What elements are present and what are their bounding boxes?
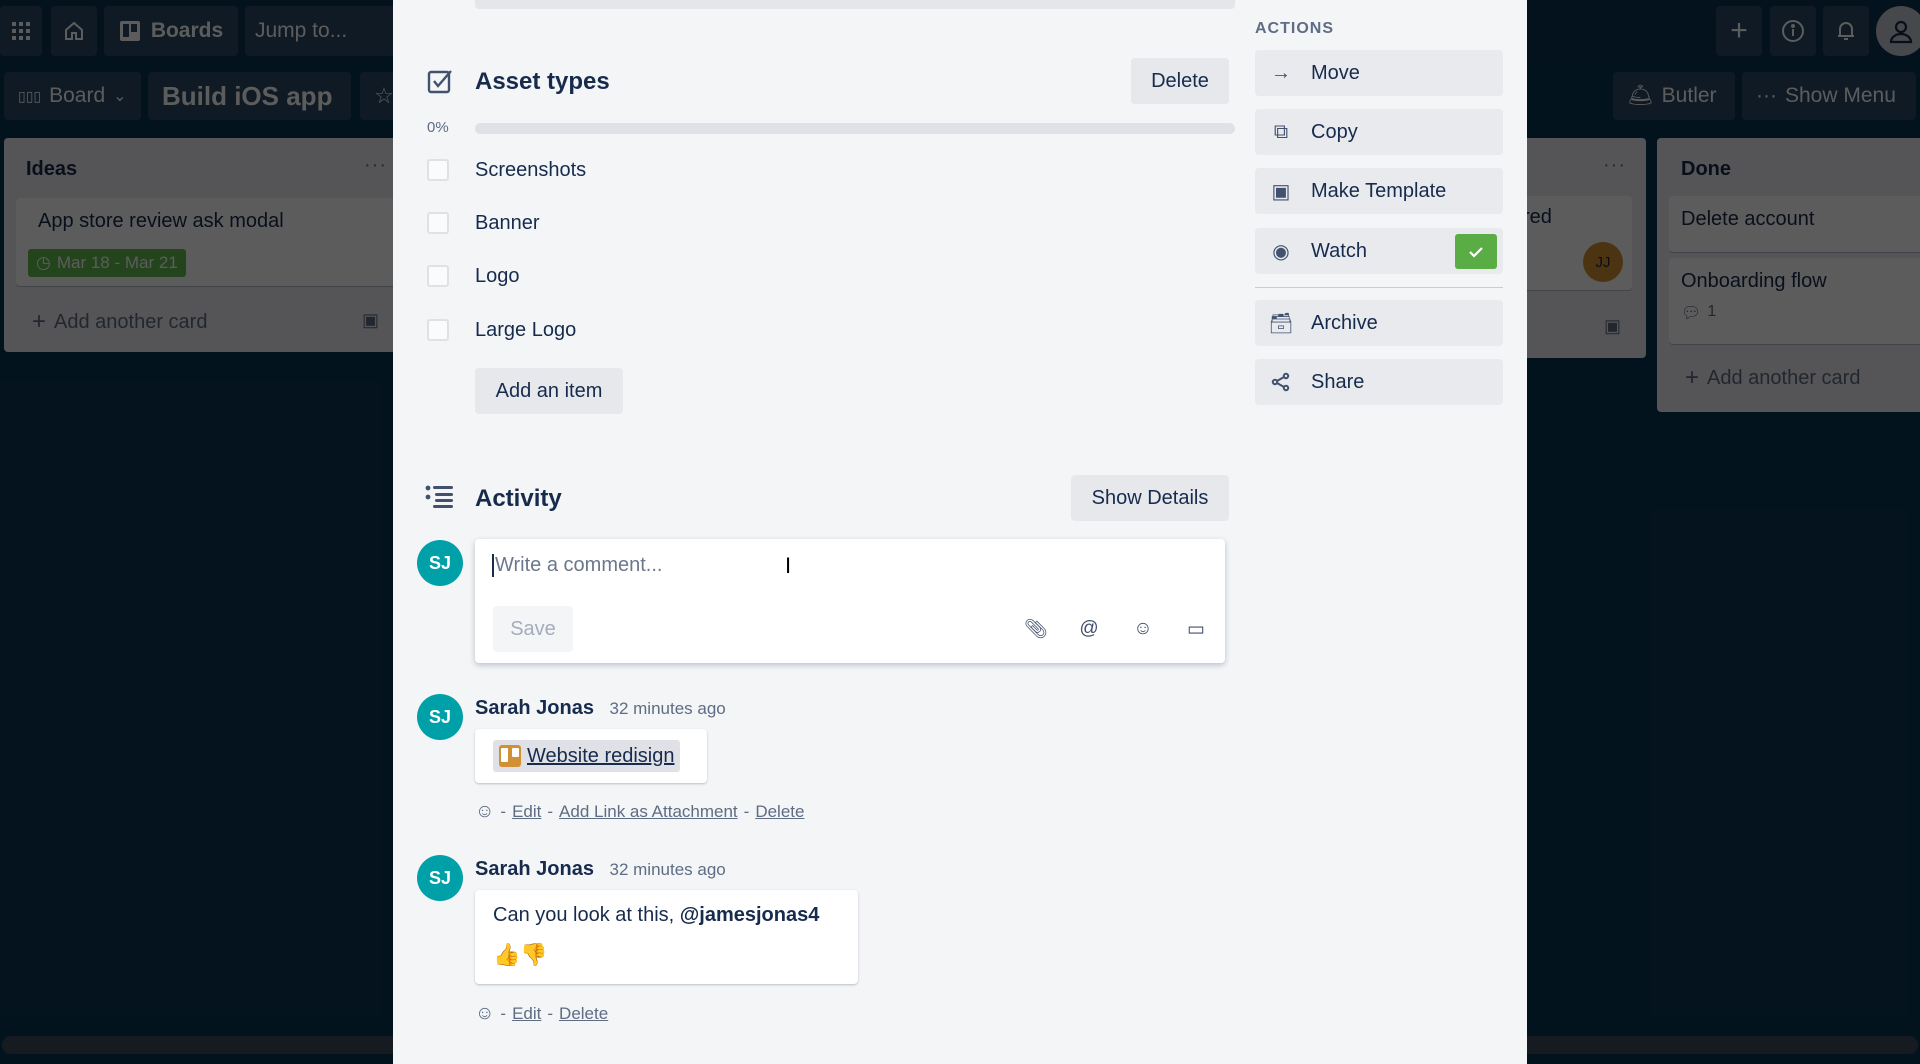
comment-input[interactable]: Write a comment... (492, 554, 662, 577)
save-label: Save (510, 617, 556, 640)
comment-author[interactable]: Sarah Jonas (475, 858, 594, 880)
comment-text-content: Can you look at this, (493, 904, 680, 926)
watch-active-check (1455, 234, 1497, 269)
add-reaction-icon[interactable]: ☺︎ (475, 1003, 494, 1025)
comment-actions: ☺︎ - Edit - Add Link as Attachment - Delete (475, 801, 805, 823)
current-user-avatar: SJ (417, 540, 463, 586)
delete-comment-link[interactable]: Delete (559, 1004, 608, 1024)
action-label: Share (1311, 370, 1365, 393)
checklist-item[interactable]: Large Logo (427, 315, 576, 345)
check-icon (1469, 246, 1483, 258)
comment-emojis: 👍👎 (493, 942, 548, 967)
make-template-button[interactable]: ▣ Make Template (1255, 168, 1503, 214)
board-link[interactable]: Website redisign (493, 740, 681, 772)
archive-icon: 🗃︎ (1268, 312, 1294, 335)
comment-time[interactable]: 32 minutes ago (610, 860, 726, 879)
emoji-icon[interactable]: ☺ (1130, 616, 1156, 642)
delete-checklist-button[interactable]: Delete (1131, 58, 1229, 104)
comment-header: Sarah Jonas 32 minutes ago (475, 858, 726, 881)
arrow-right-icon: → (1271, 61, 1291, 84)
comment-body: Can you look at this, @jamesjonas4 👍👎 (475, 890, 858, 984)
checklist-item[interactable]: Screenshots (427, 155, 586, 185)
card-link-icon[interactable]: ▭ (1183, 616, 1209, 642)
comment-time[interactable]: 32 minutes ago (610, 699, 726, 718)
previous-section-edge (475, 0, 1235, 9)
checklist-item[interactable]: Logo (427, 261, 520, 291)
comment-author-avatar: SJ (417, 694, 463, 740)
action-label: Move (1311, 61, 1360, 84)
card-detail-modal: Asset types Delete 0% Screenshots Banner… (393, 0, 1527, 1064)
checklist-checkbox[interactable] (427, 319, 449, 341)
checklist-checkbox[interactable] (427, 212, 449, 234)
share-button[interactable]: Share (1255, 359, 1503, 405)
show-details-label: Show Details (1091, 486, 1209, 509)
delete-comment-link[interactable]: Delete (755, 802, 804, 822)
activity-title: Activity (475, 485, 562, 512)
checklist-item[interactable]: Banner (427, 208, 540, 238)
comment-author[interactable]: Sarah Jonas (475, 697, 594, 719)
action-label: Watch (1311, 239, 1367, 262)
actions-divider (1255, 287, 1503, 288)
attachment-icon[interactable]: 📎︎ (1023, 616, 1049, 642)
checklist-item-text[interactable]: Large Logo (475, 319, 576, 342)
text-cursor-icon: I (785, 553, 792, 578)
action-label: Archive (1311, 311, 1378, 334)
checklist-icon (427, 70, 452, 94)
show-details-button[interactable]: Show Details (1071, 475, 1229, 521)
activity-list-icon (425, 485, 453, 508)
delete-label: Delete (1151, 69, 1209, 92)
archive-button[interactable]: 🗃︎ Archive (1255, 300, 1503, 346)
save-comment-button[interactable]: Save (493, 606, 573, 652)
checklist-checkbox[interactable] (427, 159, 449, 181)
checklist-progress-bar (475, 123, 1235, 134)
add-reaction-icon[interactable]: ☺︎ (475, 801, 494, 823)
actions-heading: ACTIONS (1255, 20, 1334, 37)
comment-body: Website redisign (475, 729, 707, 783)
add-link-attachment-link[interactable]: Add Link as Attachment (559, 802, 738, 822)
checklist-item-text[interactable]: Logo (475, 265, 520, 288)
add-item-label: Add an item (495, 379, 603, 402)
move-button[interactable]: → Move (1255, 50, 1503, 96)
checklist-title[interactable]: Asset types (475, 68, 610, 96)
template-icon: ▣ (1271, 180, 1291, 203)
watch-button[interactable]: ◉ Watch (1255, 228, 1503, 274)
copy-icon: ⧉ (1273, 120, 1289, 143)
copy-button[interactable]: ⧉ Copy (1255, 109, 1503, 155)
add-item-button[interactable]: Add an item (475, 368, 623, 414)
board-link-text[interactable]: Website redisign (527, 745, 674, 768)
comment-text: Can you look at this, @jamesjonas4 (493, 904, 819, 927)
comment-actions: ☺︎ - Edit - Delete (475, 1003, 609, 1025)
comment-header: Sarah Jonas 32 minutes ago (475, 697, 726, 720)
edit-comment-link[interactable]: Edit (512, 1004, 541, 1024)
checklist-checkbox[interactable] (427, 265, 449, 287)
checklist-item-text[interactable]: Banner (475, 212, 540, 235)
share-icon (1269, 372, 1293, 392)
action-label: Copy (1311, 120, 1358, 143)
action-label: Make Template (1311, 179, 1447, 202)
progress-label: 0% (427, 119, 449, 136)
trello-board-icon (499, 745, 521, 767)
eye-icon: ◉ (1272, 240, 1290, 263)
comment-author-avatar: SJ (417, 855, 463, 901)
checklist-item-text[interactable]: Screenshots (475, 159, 586, 182)
comment-composer[interactable]: Write a comment... Save 📎︎ @ ☺ ▭ (475, 539, 1225, 663)
mention-icon[interactable]: @ (1076, 616, 1102, 642)
user-mention[interactable]: @jamesjonas4 (680, 904, 820, 926)
edit-comment-link[interactable]: Edit (512, 802, 541, 822)
